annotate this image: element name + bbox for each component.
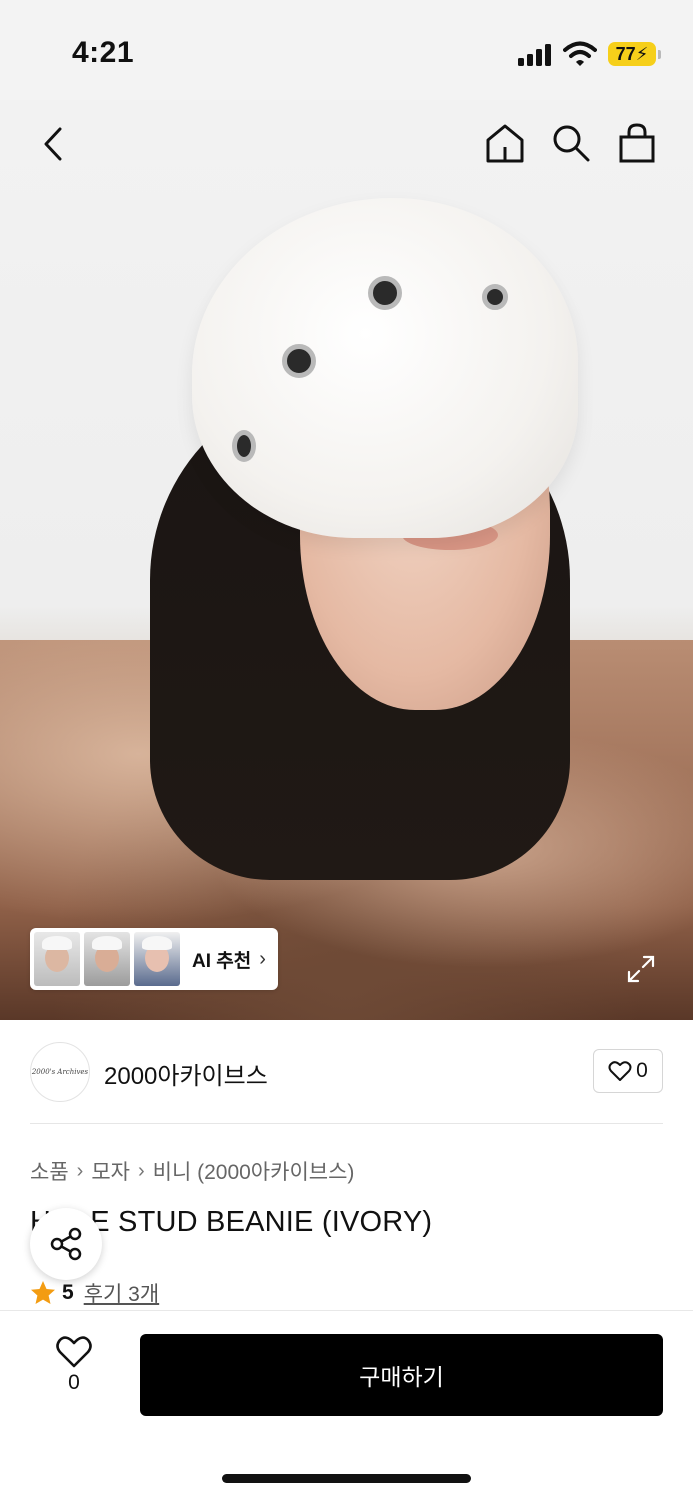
ai-thumbnail <box>84 932 130 986</box>
breadcrumb-item[interactable]: 비니 (2000아카이브스) <box>153 1156 355 1186</box>
heart-icon <box>608 1061 632 1081</box>
reviews-link[interactable]: 후기 3개 <box>84 1278 159 1308</box>
product-image[interactable]: AI 추천 › <box>0 100 693 1020</box>
signal-icon <box>518 44 551 66</box>
ai-recommend-chip[interactable]: AI 추천 › <box>30 928 278 990</box>
search-icon <box>553 125 590 162</box>
chevron-right-icon: › <box>137 1159 145 1182</box>
back-icon <box>44 127 62 161</box>
brand-row: 2000's Archives 2000아카이브스 0 <box>30 1040 663 1104</box>
bottom-bar: 0 구매하기 <box>0 1310 693 1501</box>
brand-like-count: 0 <box>636 1059 648 1082</box>
star-icon <box>31 1281 55 1304</box>
back-button[interactable] <box>30 120 78 168</box>
wishlist-button[interactable]: 0 <box>48 1335 100 1405</box>
share-button[interactable] <box>30 1208 102 1280</box>
wifi-icon <box>563 41 597 66</box>
shopping-bag-button[interactable] <box>612 118 662 168</box>
divider <box>30 1123 663 1124</box>
bag-icon <box>619 123 655 163</box>
ai-recommend-label: AI 추천 <box>192 950 252 972</box>
grommet <box>232 430 256 462</box>
breadcrumb: 소품 › 모자 › 비니 (2000아카이브스) <box>30 1156 354 1186</box>
ai-thumbnail <box>134 932 180 986</box>
rating-score: 5 <box>62 1281 74 1304</box>
search-button[interactable] <box>546 118 596 168</box>
battery-indicator: 77 ⚡ <box>608 42 656 66</box>
home-icon <box>486 124 524 163</box>
share-icon <box>50 1227 82 1261</box>
status-bar: 4:21 77 ⚡ <box>0 0 693 100</box>
wishlist-count: 0 <box>68 1371 80 1394</box>
expand-button[interactable] <box>620 948 662 990</box>
chevron-right-icon: › <box>76 1159 84 1182</box>
brand-logo[interactable]: 2000's Archives <box>30 1042 90 1102</box>
home-button[interactable] <box>480 118 530 168</box>
status-time: 4:21 <box>72 36 135 69</box>
brand-like-button[interactable]: 0 <box>593 1049 663 1093</box>
breadcrumb-item[interactable]: 모자 <box>91 1156 130 1186</box>
buy-button[interactable]: 구매하기 <box>140 1334 663 1416</box>
home-indicator[interactable] <box>222 1474 471 1483</box>
chevron-right-icon: › <box>259 947 266 970</box>
rating-row: 5 후기 3개 <box>30 1278 159 1308</box>
heart-icon <box>56 1336 92 1368</box>
battery-tip <box>658 50 661 59</box>
brand-name[interactable]: 2000아카이브스 <box>104 1056 268 1091</box>
grommet <box>368 276 402 310</box>
grommet <box>282 344 316 378</box>
ai-thumbnail <box>34 932 80 986</box>
grommet <box>482 284 508 310</box>
expand-icon <box>627 955 655 983</box>
breadcrumb-item[interactable]: 소품 <box>30 1156 69 1186</box>
beanie <box>192 198 578 538</box>
